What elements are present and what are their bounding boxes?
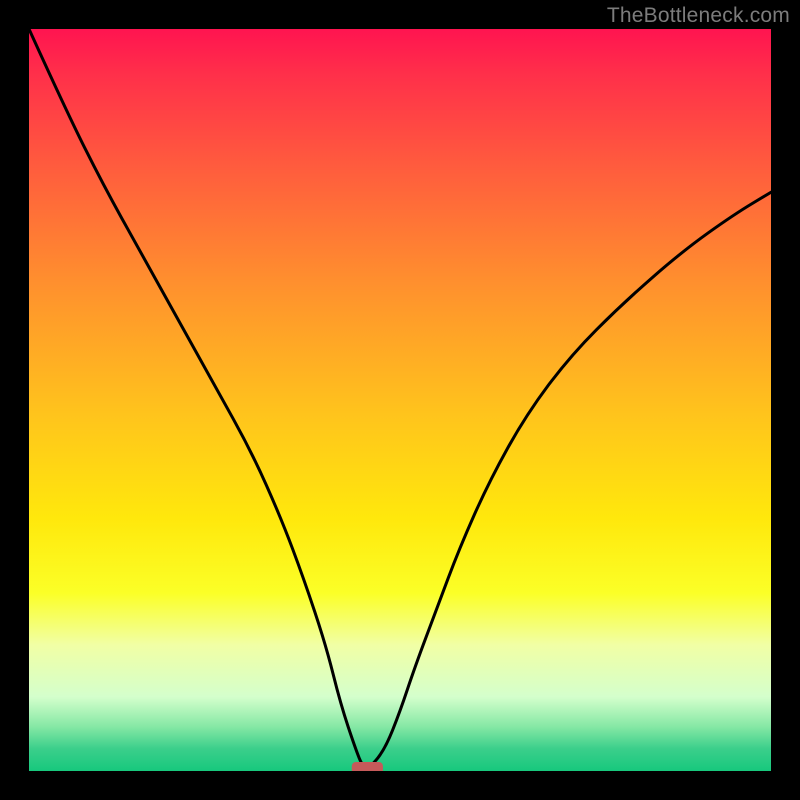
chart-curve-layer (29, 29, 771, 771)
watermark-text: TheBottleneck.com (607, 4, 790, 28)
bottom-marker (352, 762, 383, 771)
outer-frame: TheBottleneck.com (0, 0, 800, 800)
curve-line (29, 29, 771, 767)
plot-area (29, 29, 771, 771)
